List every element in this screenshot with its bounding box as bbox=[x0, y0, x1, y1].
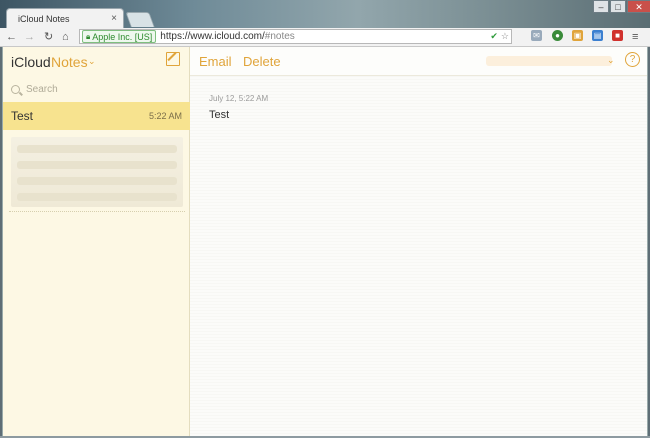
account-chevron-icon[interactable]: ⌄ bbox=[607, 55, 615, 66]
url-text[interactable]: https://www.icloud.com/#notes bbox=[160, 31, 295, 42]
menu-icon[interactable]: ≡ bbox=[632, 30, 638, 44]
note-date: July 12, 5:22 AM bbox=[209, 94, 269, 103]
url-main: https://www.icloud.com/ bbox=[160, 31, 265, 42]
sidebar-header: iCloud Notes ⌄ bbox=[3, 47, 190, 75]
tab-title: iCloud Notes bbox=[18, 13, 70, 24]
window-controls: – □ ✕ bbox=[592, 0, 650, 13]
bookmark-star-icon[interactable]: ☆ bbox=[501, 31, 509, 42]
compose-icon[interactable] bbox=[166, 52, 180, 66]
window-titlebar: iCloud Notes × – □ ✕ bbox=[0, 0, 650, 28]
search-field[interactable]: Search bbox=[11, 81, 183, 97]
note-title: Test bbox=[11, 109, 34, 123]
icloud-brand: iCloud bbox=[11, 54, 51, 70]
home-icon[interactable]: ⌂ bbox=[62, 30, 69, 44]
maximize-button[interactable]: □ bbox=[610, 0, 626, 13]
note-body[interactable]: Test bbox=[209, 109, 229, 121]
tab-icloud-notes[interactable]: iCloud Notes × bbox=[6, 8, 124, 28]
blurred-account-name[interactable] bbox=[486, 56, 612, 66]
address-bar-icons: ✔ ☆ bbox=[490, 31, 509, 42]
help-icon[interactable]: ? bbox=[625, 52, 640, 67]
forward-arrow-icon[interactable]: → bbox=[24, 30, 35, 44]
email-button[interactable]: Email bbox=[199, 54, 232, 69]
tab-close-icon[interactable]: × bbox=[111, 13, 117, 24]
notes-folder-selector[interactable]: Notes bbox=[51, 54, 88, 70]
ev-label: Apple Inc. [US] bbox=[92, 31, 153, 42]
delete-button[interactable]: Delete bbox=[243, 54, 281, 69]
back-arrow-icon[interactable]: ← bbox=[6, 30, 17, 44]
editor-toolbar: Email Delete ⌄ ? bbox=[190, 47, 647, 76]
green-extension-icon[interactable]: ● bbox=[552, 30, 563, 41]
note-time: 5:22 AM bbox=[148, 111, 182, 121]
ev-certificate-badge[interactable]: 🔒︎ Apple Inc. [US] bbox=[82, 30, 157, 43]
address-bar[interactable]: 🔒︎ Apple Inc. [US] https://www.icloud.co… bbox=[79, 29, 512, 44]
list-divider bbox=[9, 211, 185, 212]
lock-icon: 🔒︎ bbox=[86, 31, 91, 41]
new-tab-button[interactable] bbox=[125, 12, 155, 27]
close-window-button[interactable]: ✕ bbox=[627, 0, 650, 13]
blurred-note-list-item[interactable] bbox=[11, 137, 183, 207]
search-icon bbox=[11, 84, 20, 94]
chevron-down-icon[interactable]: ⌄ bbox=[88, 56, 96, 67]
reload-icon[interactable]: ↻ bbox=[44, 30, 53, 44]
icloud-notes-app: iCloud Notes ⌄ Search Test 5:22 AM Email… bbox=[2, 47, 648, 436]
search-placeholder: Search bbox=[26, 83, 58, 95]
note-editor: Email Delete ⌄ ? July 12, 5:22 AM Test bbox=[190, 47, 647, 436]
red-extension-icon[interactable]: ■ bbox=[612, 30, 623, 41]
notes-sidebar: iCloud Notes ⌄ Search Test 5:22 AM bbox=[3, 47, 190, 436]
check-icon[interactable]: ✔ bbox=[490, 31, 498, 42]
blue-extension-icon[interactable]: ▤ bbox=[592, 30, 603, 41]
url-hash: #notes bbox=[264, 31, 295, 42]
minimize-button[interactable]: – bbox=[593, 0, 609, 13]
folder-extension-icon[interactable]: ▣ bbox=[572, 30, 583, 41]
browser-toolbar: ← → ↻ ⌂ 🔒︎ Apple Inc. [US] https://www.i… bbox=[0, 28, 650, 47]
mail-extension-icon[interactable]: ✉ bbox=[531, 30, 542, 41]
note-list-item-selected[interactable]: Test 5:22 AM bbox=[3, 102, 190, 130]
